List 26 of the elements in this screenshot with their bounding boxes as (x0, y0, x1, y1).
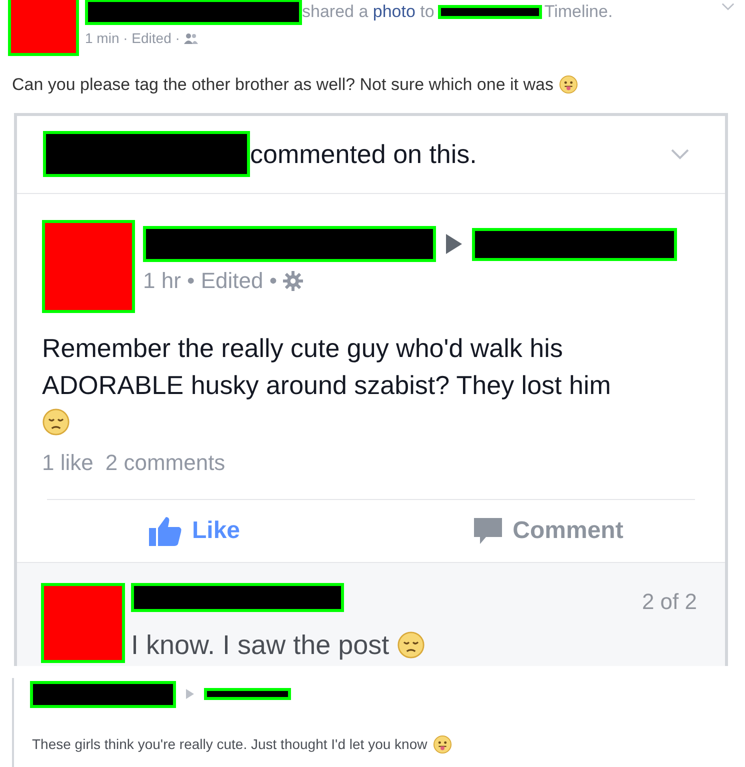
chevron-down-icon[interactable] (669, 148, 691, 160)
chevron-down-icon[interactable] (721, 2, 735, 11)
share-action-text: shared a photo to (302, 0, 434, 23)
triangle-right-icon (186, 689, 194, 699)
tongue-face-icon (559, 75, 578, 94)
thumbs-up-icon (148, 515, 182, 548)
card-header-text: commented on this. (250, 138, 477, 171)
post-text: Can you please tag the other brother as well? Not sure which one it was (12, 74, 554, 96)
post-meta: 1 min · Edited · (85, 29, 180, 48)
sad-face-icon (397, 631, 426, 660)
avatar (8, 0, 79, 56)
engagement-count[interactable]: 2 comments (105, 446, 226, 480)
comment-counter: 2 of 2 (642, 588, 697, 616)
tongue-face-icon (433, 734, 452, 754)
engagement-count[interactable]: 1 like (42, 446, 94, 480)
comment-button[interactable]: Comment (371, 513, 725, 550)
timeline-text: Timeline. (544, 0, 613, 23)
footer-post-text: These girls think you're really cute. Just thought I'd let you know (32, 734, 428, 754)
triangle-right-icon (444, 232, 464, 256)
comment-text: Remember the really cute guy who'd walk his ADORABLE husky around szabist? They lost him (42, 332, 612, 402)
comment-meta: 1 hr • Edited • (143, 267, 278, 296)
sad-face-icon (42, 408, 70, 436)
reply-text: I know. I saw the post (131, 629, 390, 662)
people-icon (184, 33, 198, 44)
like-button[interactable]: Like (17, 513, 371, 550)
speech-bubble-icon (472, 516, 503, 546)
